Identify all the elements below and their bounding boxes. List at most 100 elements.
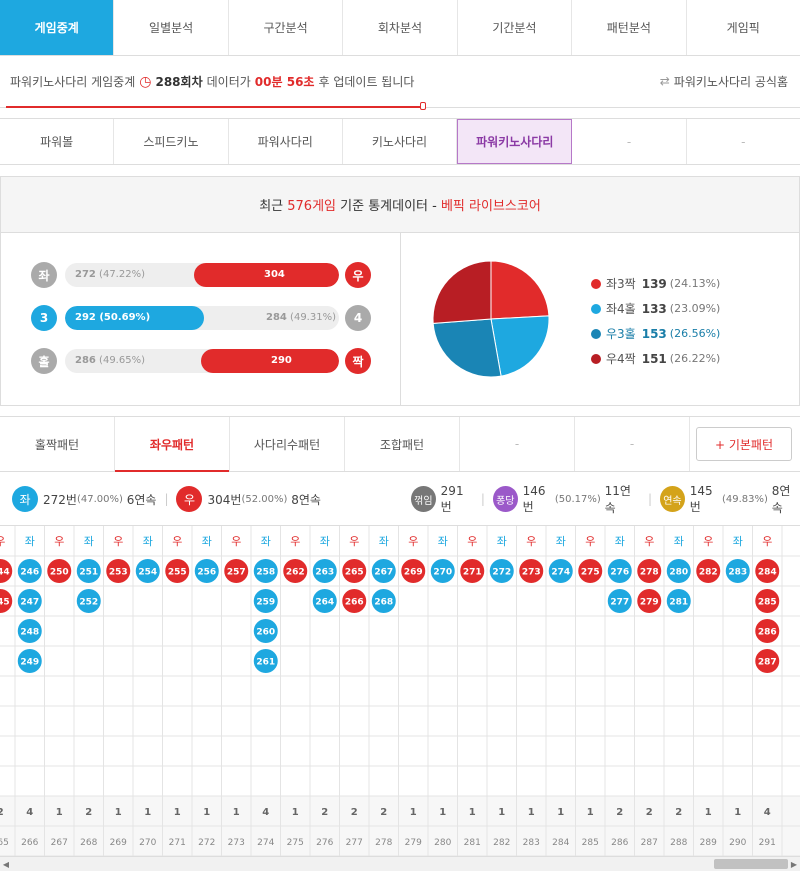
pattern-ball-number: 278 bbox=[640, 568, 659, 578]
column-round: 275 bbox=[287, 838, 304, 848]
pie-legend-item: 좌3짝 139 (24.13%) bbox=[591, 271, 720, 296]
tab-period[interactable]: 기간분석 bbox=[458, 0, 573, 55]
column-side-label: 좌 bbox=[202, 535, 212, 548]
column-round: 273 bbox=[228, 838, 245, 848]
column-round: 280 bbox=[434, 838, 451, 848]
horizontal-scrollbar[interactable]: ◀ ▶ bbox=[0, 856, 800, 871]
column-side-label: 우 bbox=[231, 535, 241, 548]
pattern-ball-number: 265 bbox=[345, 568, 364, 578]
combo-pie-chart bbox=[432, 260, 550, 378]
update-text-mid: 데이터가 bbox=[206, 75, 251, 89]
pattern-ball-number: 256 bbox=[197, 568, 216, 578]
pattern-ball-number: 281 bbox=[669, 598, 688, 608]
tab-gamepick[interactable]: 게임픽 bbox=[687, 0, 800, 55]
scrollbar-thumb[interactable] bbox=[714, 859, 788, 869]
column-round: 268 bbox=[80, 838, 97, 848]
column-round: 284 bbox=[552, 838, 569, 848]
stats-header-mid: 기준 통계데이터 - bbox=[340, 199, 437, 214]
pattern-ball-number: 276 bbox=[610, 568, 629, 578]
scroll-right-icon[interactable]: ▶ bbox=[788, 857, 800, 871]
pong-pct: (50.17%) bbox=[554, 493, 601, 505]
legend-label: 좌4홀 bbox=[606, 302, 636, 316]
game-tab-speedkeno[interactable]: 스피드키노 bbox=[114, 119, 229, 164]
stats-panel: 최근 576게임 기준 통계데이터 - 베픽 라이브스코어 좌 272 (47.2… bbox=[0, 176, 800, 406]
official-home-link[interactable]: ⇄ 파워키노사다리 공식홈 bbox=[660, 56, 788, 106]
game-tab-keno-ladder[interactable]: 키노사다리 bbox=[343, 119, 458, 164]
pattern-ball-number: 255 bbox=[168, 568, 187, 578]
countdown: 00분 56초 bbox=[254, 75, 315, 89]
stats-header: 최근 576게임 기준 통계데이터 - 베픽 라이브스코어 bbox=[1, 177, 799, 233]
pattern-ball-number: 257 bbox=[227, 568, 246, 578]
column-side-label: 좌 bbox=[379, 535, 389, 548]
ratio-track: 272 (47.22%) 304 (52.78%) bbox=[65, 263, 339, 287]
column-count: 1 bbox=[115, 807, 122, 818]
pattern-tab-leftright[interactable]: 좌우패턴 bbox=[115, 417, 230, 472]
column-side-label: 좌 bbox=[733, 535, 743, 548]
game-tab-powerball[interactable]: 파워볼 bbox=[0, 119, 115, 164]
tab-round[interactable]: 회차분석 bbox=[343, 0, 458, 55]
column-count: 2 bbox=[646, 807, 653, 818]
pattern-ball-number: 263 bbox=[315, 568, 334, 578]
column-count: 4 bbox=[764, 807, 771, 818]
game-tab-powerkeno-ladder[interactable]: 파워키노사다리 bbox=[457, 119, 573, 164]
pattern-ball-number: 260 bbox=[256, 628, 275, 638]
column-count: 1 bbox=[174, 807, 181, 818]
pattern-ball-number: 247 bbox=[20, 598, 39, 608]
game-tab-power-ladder[interactable]: 파워사다리 bbox=[229, 119, 343, 164]
pattern-ball-number: 277 bbox=[610, 598, 629, 608]
pattern-ball-number: 273 bbox=[522, 568, 541, 578]
pong-badge: 퐁당 bbox=[492, 486, 518, 512]
column-round: 279 bbox=[405, 838, 422, 848]
column-side-label: 우 bbox=[0, 535, 5, 548]
column-side-label: 우 bbox=[526, 535, 536, 548]
scroll-left-icon[interactable]: ◀ bbox=[0, 857, 12, 871]
column-round: 266 bbox=[21, 838, 38, 848]
ratio-right-badge: 우 bbox=[345, 262, 371, 288]
column-round: 270 bbox=[139, 838, 156, 848]
pattern-ball-number: 287 bbox=[758, 658, 777, 668]
column-side-label: 우 bbox=[467, 535, 477, 548]
column-side-label: 좌 bbox=[25, 535, 35, 548]
column-count: 1 bbox=[469, 807, 476, 818]
pattern-tab-combo[interactable]: 조합패턴 bbox=[345, 417, 460, 471]
tab-section[interactable]: 구간분석 bbox=[229, 0, 344, 55]
column-count: 1 bbox=[56, 807, 63, 818]
column-side-label: 우 bbox=[703, 535, 713, 548]
ratio-bar-row: 좌 272 (47.22%) 304 (52.78%) 우 bbox=[31, 261, 373, 289]
pie-legend-item: 우4짝 151 (26.22%) bbox=[591, 346, 720, 371]
column-side-label: 좌 bbox=[438, 535, 448, 548]
game-select-tabs: 파워볼 스피드키노 파워사다리 키노사다리 파워키노사다리 - - bbox=[0, 118, 800, 165]
ratio-right-value: 284 (49.31%) bbox=[266, 312, 336, 323]
legend-label: 좌3짝 bbox=[606, 277, 636, 291]
column-round: 290 bbox=[729, 838, 746, 848]
tab-pattern[interactable]: 패턴분석 bbox=[572, 0, 687, 55]
pattern-ball-number: 254 bbox=[138, 568, 157, 578]
column-round: 288 bbox=[670, 838, 687, 848]
pattern-tab-oddeven[interactable]: 홀짝패턴 bbox=[0, 417, 115, 471]
legend-dot bbox=[591, 328, 601, 339]
column-round: 271 bbox=[169, 838, 186, 848]
pattern-tab-ladder-count[interactable]: 사다리수패턴 bbox=[230, 417, 345, 471]
column-side-label: 우 bbox=[113, 535, 123, 548]
game-tab-empty-2: - bbox=[741, 134, 746, 149]
basic-pattern-button[interactable]: + 기본패턴 bbox=[696, 427, 792, 461]
column-count: 2 bbox=[351, 807, 358, 818]
column-side-label: 우 bbox=[585, 535, 595, 548]
column-count: 2 bbox=[675, 807, 682, 818]
pattern-ball-number: 280 bbox=[669, 568, 688, 578]
pattern-ball-number: 268 bbox=[374, 598, 393, 608]
pattern-tabs: 홀짝패턴 좌우패턴 사다리수패턴 조합패턴 - - + 기본패턴 bbox=[0, 416, 800, 472]
column-count: 2 bbox=[85, 807, 92, 818]
column-count: 2 bbox=[616, 807, 623, 818]
pattern-grid[interactable]: 우2442452265좌2462472482494266우2501267좌251… bbox=[0, 526, 800, 856]
tab-daily[interactable]: 일별분석 bbox=[114, 0, 229, 55]
game-tab-empty-1: - bbox=[572, 119, 687, 164]
legend-value: 151 bbox=[641, 351, 667, 366]
column-round: 281 bbox=[464, 838, 481, 848]
top-nav: 게임중계 일별분석 구간분석 회차분석 기간분석 패턴분석 게임픽 bbox=[0, 0, 800, 56]
legend-label: 우3홀 bbox=[606, 327, 636, 341]
column-count: 1 bbox=[734, 807, 741, 818]
pattern-grid-svg: 우2442452265좌2462472482494266우2501267좌251… bbox=[0, 526, 800, 856]
tab-live[interactable]: 게임중계 bbox=[0, 0, 115, 55]
column-round: 291 bbox=[759, 838, 776, 848]
